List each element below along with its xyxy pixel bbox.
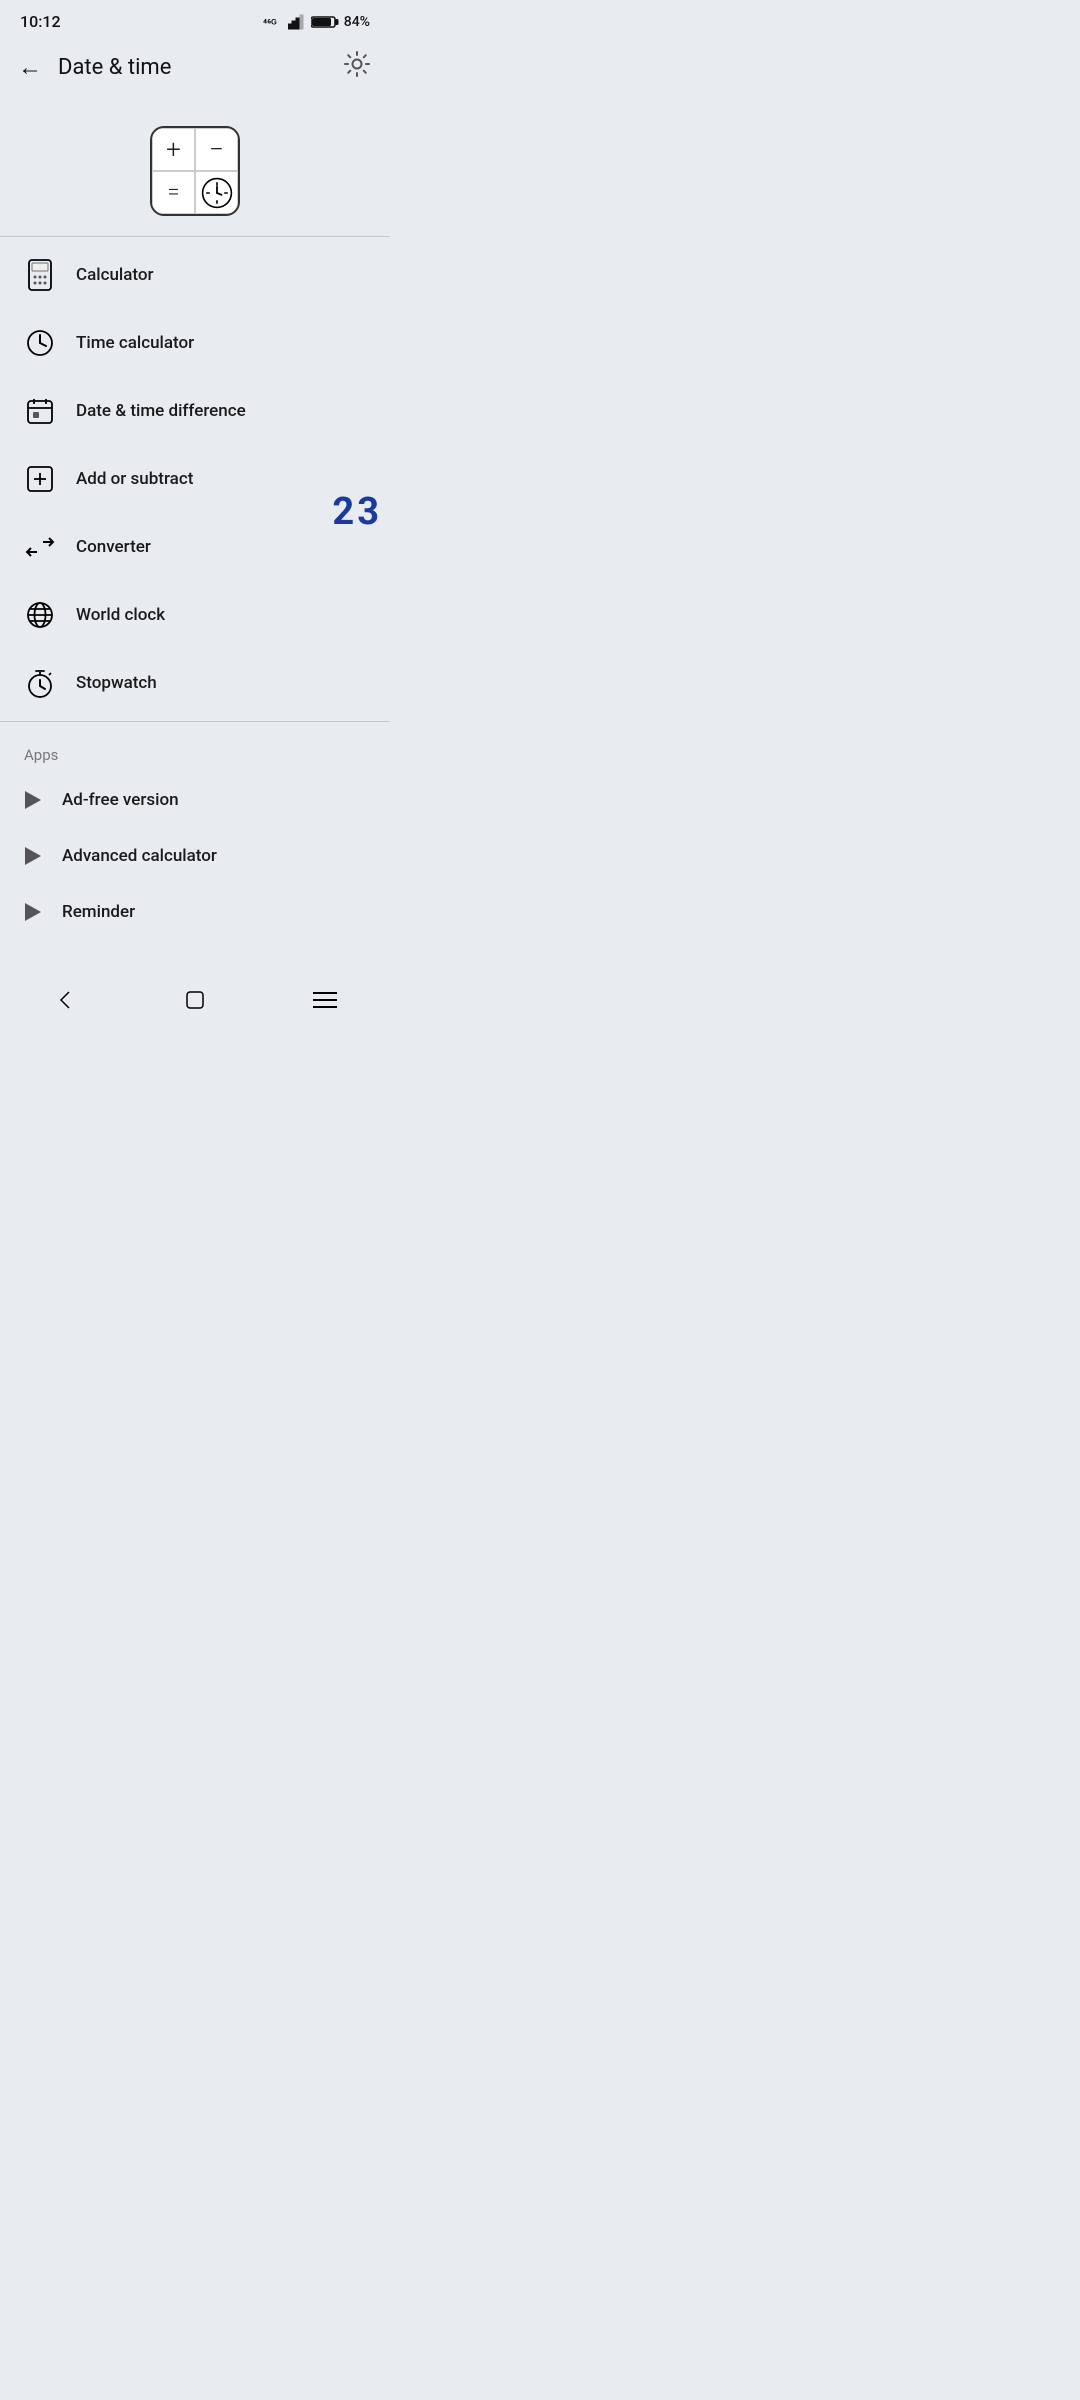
svg-text:⁴⁶ᴳ: ⁴⁶ᴳ bbox=[263, 17, 277, 30]
apps-section-label: Apps bbox=[0, 726, 390, 772]
nav-menu-button[interactable] bbox=[289, 983, 361, 1017]
equals-cell: = bbox=[152, 171, 195, 214]
battery-level: 84% bbox=[344, 14, 370, 30]
converter-label: Converter bbox=[76, 537, 151, 557]
menu-item-time-calculator[interactable]: Time calculator bbox=[0, 309, 390, 377]
nav-home-button[interactable] bbox=[160, 981, 230, 1019]
status-bar: 10:12 ⁴⁶ᴳ 84% bbox=[0, 0, 390, 39]
play-icon-3 bbox=[24, 903, 42, 921]
side-digit: 23 bbox=[324, 480, 390, 544]
reminder-label: Reminder bbox=[62, 902, 135, 922]
converter-icon bbox=[24, 531, 56, 563]
back-button[interactable]: ← bbox=[18, 53, 42, 82]
stopwatch-icon bbox=[24, 667, 56, 699]
menu-item-stopwatch[interactable]: Stopwatch bbox=[0, 649, 390, 717]
date-diff-label: Date & time difference bbox=[76, 401, 246, 421]
status-time: 10:12 bbox=[20, 12, 61, 31]
battery-icon bbox=[311, 15, 339, 29]
signal-bars-icon bbox=[288, 14, 306, 30]
menu-list: Calculator Time calculator Date & time d… bbox=[0, 237, 390, 721]
app-item-ad-free[interactable]: Ad-free version bbox=[0, 772, 390, 828]
time-calculator-label: Time calculator bbox=[76, 333, 194, 353]
calendar-icon bbox=[24, 395, 56, 427]
calculator-icon bbox=[24, 259, 56, 291]
app-icon-area: + − = bbox=[0, 102, 390, 236]
stopwatch-label: Stopwatch bbox=[76, 673, 157, 693]
nav-bar bbox=[0, 964, 390, 1040]
page-title: Date & time bbox=[58, 55, 171, 80]
apps-section: Apps Ad-free version Advanced calculator… bbox=[0, 722, 390, 944]
plus-cell: + bbox=[152, 128, 195, 171]
clock-cell bbox=[195, 171, 238, 214]
add-subtract-label: Add or subtract bbox=[76, 469, 193, 489]
status-icons: ⁴⁶ᴳ 84% bbox=[263, 14, 370, 30]
app-item-reminder[interactable]: Reminder bbox=[0, 884, 390, 940]
add-box-icon bbox=[24, 463, 56, 495]
play-icon-1 bbox=[24, 791, 42, 809]
menu-item-world-clock[interactable]: World clock bbox=[0, 581, 390, 649]
header: ← Date & time bbox=[0, 39, 390, 102]
globe-icon bbox=[24, 599, 56, 631]
app-logo: + − = bbox=[150, 126, 240, 216]
settings-icon[interactable] bbox=[342, 49, 372, 86]
signal-icon: ⁴⁶ᴳ bbox=[263, 14, 283, 30]
header-left: ← Date & time bbox=[18, 53, 171, 82]
play-icon-2 bbox=[24, 847, 42, 865]
menu-item-calculator[interactable]: Calculator bbox=[0, 241, 390, 309]
time-calculator-icon bbox=[24, 327, 56, 359]
minus-cell: − bbox=[195, 128, 238, 171]
advanced-calc-label: Advanced calculator bbox=[62, 846, 217, 866]
app-item-advanced-calc[interactable]: Advanced calculator bbox=[0, 828, 390, 884]
nav-back-button[interactable] bbox=[29, 980, 101, 1020]
menu-item-date-diff[interactable]: Date & time difference bbox=[0, 377, 390, 445]
world-clock-label: World clock bbox=[76, 605, 165, 625]
ad-free-label: Ad-free version bbox=[62, 790, 179, 810]
calculator-label: Calculator bbox=[76, 265, 154, 285]
